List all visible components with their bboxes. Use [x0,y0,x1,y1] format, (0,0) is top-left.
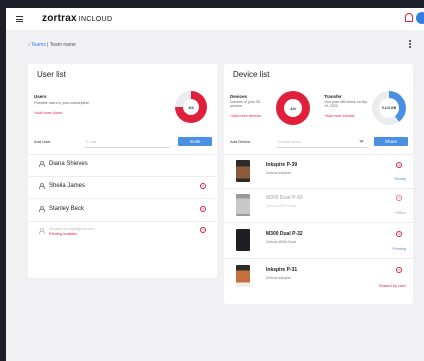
app-window: zortrax INCLOUD ‹ Teams | Team name User … [0,0,424,361]
users-donut-value: 3/4 [183,99,199,115]
app-logo: zortrax INCLOUD [42,13,113,24]
main-content: ‹ Teams | Team name User list Users Poss… [6,30,424,361]
user-icon [38,228,45,235]
device-status: Printing [392,246,406,251]
share-button[interactable]: Share [374,137,408,146]
add-more-transfer-link[interactable]: +Add more transfer [324,114,355,118]
breadcrumb-teams-link[interactable]: Teams [31,42,46,48]
top-bar: zortrax INCLOUD [6,8,424,30]
device-status: Ready [394,176,406,181]
remove-user-icon[interactable]: × [200,206,206,212]
email-input[interactable]: E-mail [86,140,96,144]
device-model: Zortrax M300 Dual [266,240,296,244]
divider [28,198,217,199]
user-icon [38,206,45,213]
devices-desc: Number of your 3D printers [230,100,261,109]
transfer-label: Transfer [324,94,342,99]
device-list-title: Device list [233,70,270,79]
users-desc: Possible users in your subscription [34,101,90,105]
remove-device-icon[interactable]: × [396,162,402,168]
users-label: Users [34,94,47,99]
devices-label: Devices [230,94,248,99]
transfer-desc: Your plan will renew on Apr 19, 2020 [324,100,368,109]
devices-donut-value: 4/4 [284,99,302,117]
device-model: Zortrax M300 Dual [266,204,296,208]
divider [28,154,217,155]
devices-donut-chart: 4/4 [276,91,310,125]
more-options-icon[interactable] [409,40,411,49]
user-icon [38,161,45,168]
user-name: Sheila James [49,183,86,189]
device-select[interactable]: Choose device [278,140,302,144]
pending-user-email: jhonsson.hurray@gmail.com [49,227,95,231]
divider [224,222,413,223]
printer-thumbnail [236,194,250,216]
add-more-devices-link[interactable]: +Add more devices [230,114,261,118]
printer-thumbnail [236,229,250,251]
device-name: M300 Dual P-43 [266,195,303,201]
pending-invitation-status: Pending invitation [49,232,78,236]
divider [224,188,413,189]
printer-thumbnail [236,265,250,287]
printer-thumbnail [236,160,250,182]
add-more-users-link[interactable]: +Add more Users [34,111,62,115]
add-device-label: Add Device [230,139,251,144]
chevron-down-icon[interactable] [359,138,364,143]
invite-button[interactable]: Invite [178,137,212,146]
user-icon [38,183,45,190]
divider [224,154,413,155]
device-status: Shared by user [378,283,406,288]
hamburger-icon[interactable] [16,16,23,22]
breadcrumb: ‹ Teams | Team name [28,42,76,48]
remove-user-icon[interactable]: × [200,227,206,233]
user-list-title: User list [37,70,66,79]
user-name: Stanley Beck [49,206,85,212]
device-list-card: Device list Devices Number of your 3D pr… [224,64,413,304]
remove-device-icon[interactable]: × [396,195,402,201]
email-input-underline [84,147,170,148]
avatar[interactable] [416,12,424,24]
device-name: Inkspire P-39 [266,162,298,168]
users-donut-chart: 3/4 [175,91,207,123]
device-status: Offline [394,210,407,215]
device-name: Inkspire P-31 [266,267,298,273]
remove-user-icon[interactable]: × [200,183,206,189]
transfer-donut-value: 0.1/4 GB [379,98,399,118]
divider [224,258,413,259]
remove-device-icon[interactable]: × [396,231,402,237]
user-name: Diana Shieves [49,161,88,167]
device-name: M300 Dual P-32 [266,231,303,237]
device-select-underline [276,147,368,148]
bell-icon[interactable] [405,13,413,22]
divider [28,176,217,177]
user-list-card: User list Users Possible users in your s… [28,64,217,278]
add-user-label: Add User [34,139,51,144]
device-model: Zortrax Inkspire [266,171,291,175]
transfer-donut-chart: 0.1/4 GB [372,91,406,125]
device-model: Zortrax Inkspire [266,276,291,280]
breadcrumb-current: Team name [49,42,76,48]
remove-device-icon[interactable]: × [396,267,402,273]
divider [28,221,217,222]
